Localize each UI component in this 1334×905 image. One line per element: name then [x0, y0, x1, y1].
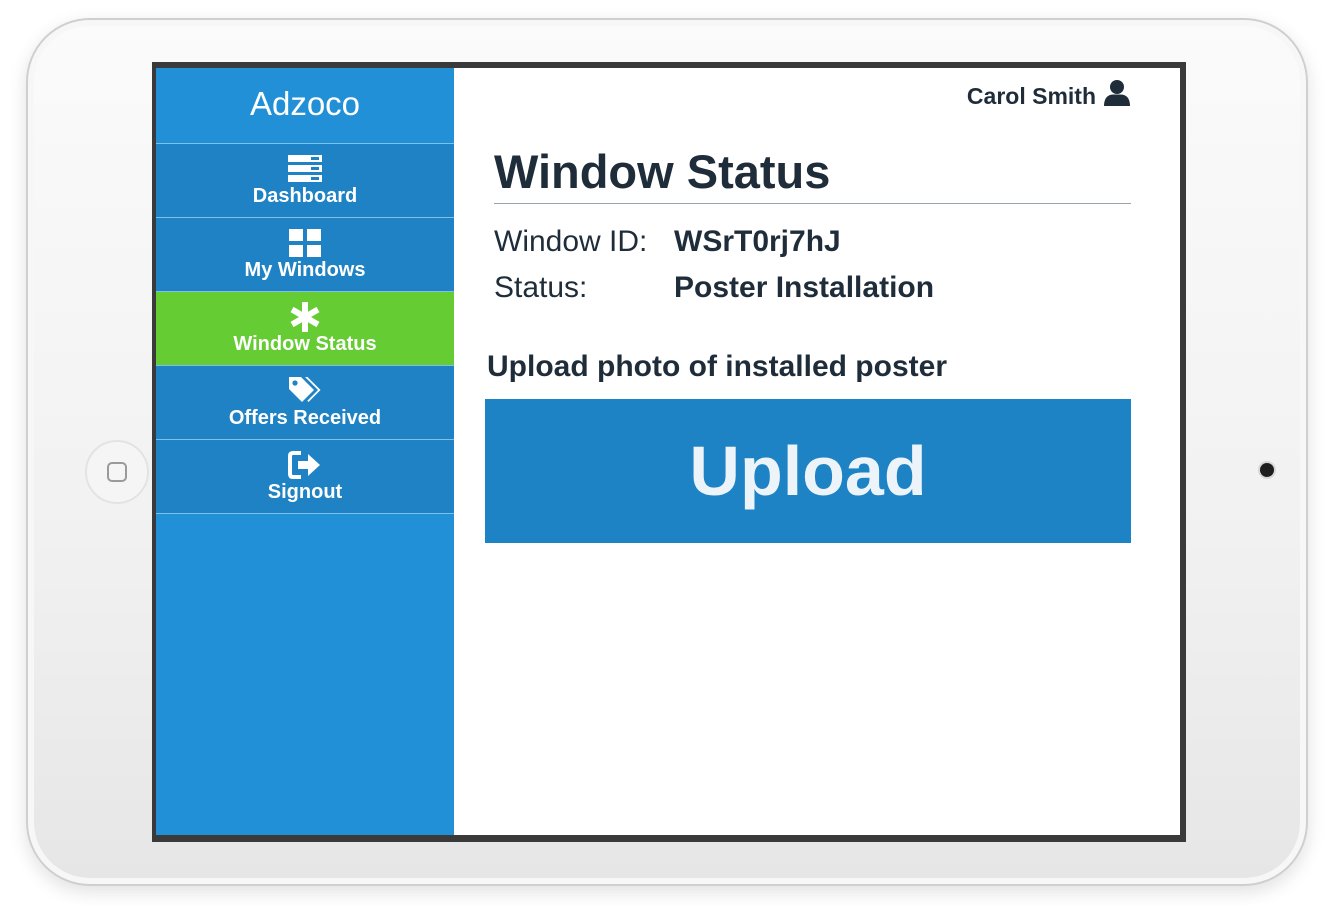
server-icon — [288, 154, 322, 184]
page-title: Window Status — [494, 145, 831, 198]
user-name: Carol Smith — [966, 82, 1096, 109]
status-row: Status: Poster Installation — [494, 271, 934, 305]
sidebar-item-label: Offers Received — [228, 406, 382, 429]
sidebar-item-dashboard[interactable]: Dashboard — [156, 144, 454, 218]
sidebar-item-label: Signout — [267, 480, 343, 503]
sidebar-item-label: Dashboard — [252, 184, 358, 207]
upload-heading: Upload photo of installed poster — [487, 350, 947, 383]
grid-icon — [289, 228, 321, 258]
window-id-label: Window ID: — [494, 225, 648, 258]
user-menu[interactable]: Carol Smith — [967, 80, 1130, 112]
status-value: Poster Installation — [674, 271, 935, 304]
sidebar-item-my-windows[interactable]: My Windows — [156, 218, 454, 292]
brand-logo[interactable]: Adzoco — [156, 68, 454, 144]
sidebar-item-label: Window Status — [233, 332, 377, 355]
signout-icon — [288, 450, 322, 480]
window-id-row: Window ID: WSrT0rj7hJ — [494, 225, 841, 259]
home-button-icon — [107, 462, 127, 482]
sidebar-item-offers-received[interactable]: Offers Received — [156, 366, 454, 440]
user-icon — [1104, 80, 1130, 112]
sidebar-item-window-status[interactable]: Window Status — [156, 292, 454, 366]
window-id-value: WSrT0rj7hJ — [674, 225, 841, 258]
tags-icon — [288, 376, 322, 406]
title-divider — [494, 203, 1131, 204]
sidebar-item-signout[interactable]: Signout — [156, 440, 454, 514]
status-label: Status: — [494, 271, 588, 304]
asterisk-icon — [290, 301, 320, 332]
home-button[interactable] — [85, 440, 149, 504]
upload-button[interactable]: Upload — [485, 399, 1131, 543]
sidebar-item-label: My Windows — [244, 258, 366, 281]
camera-lens — [1260, 463, 1274, 477]
main-content: Carol Smith Window Status Window ID: WSrT… — [454, 68, 1180, 835]
sidebar: Adzoco Dashboard My Windows Window Statu… — [156, 68, 454, 835]
